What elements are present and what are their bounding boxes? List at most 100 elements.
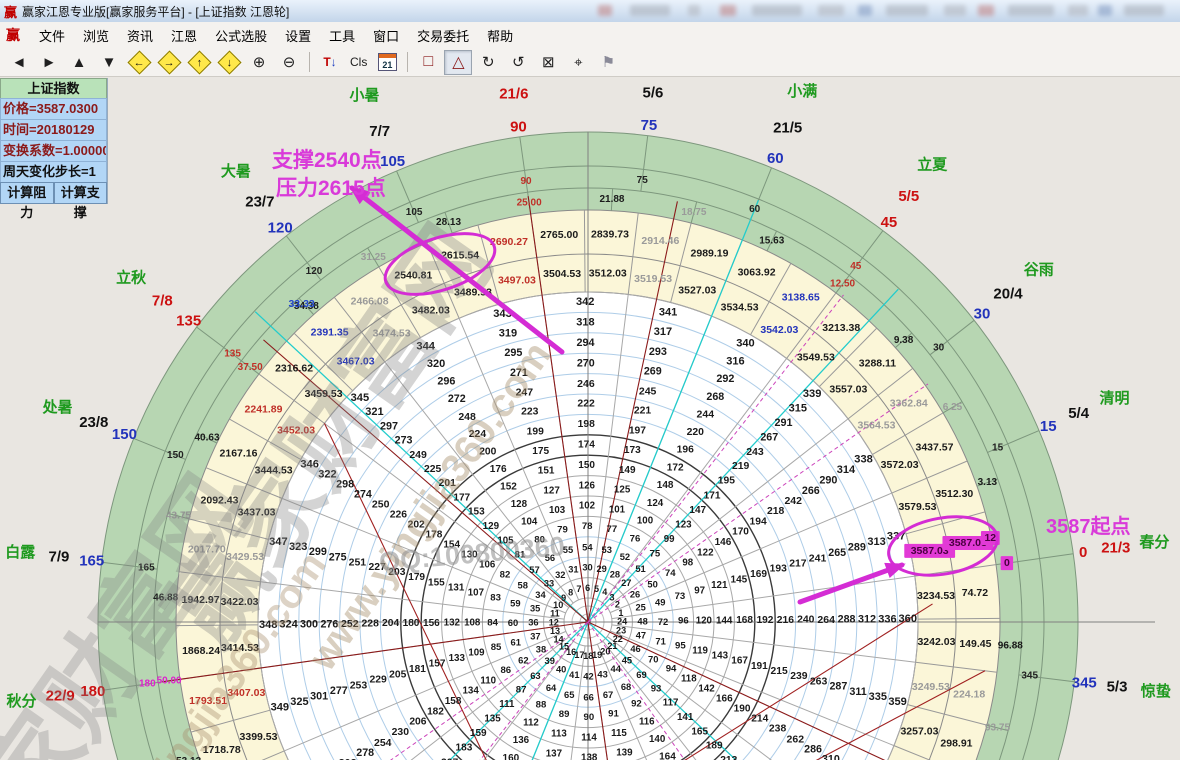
panel-buttons: 计算阻力计算支撑 [0, 182, 107, 204]
parameter-row-0: 价格=3587.0300 [0, 98, 107, 119]
svg-text:153: 153 [468, 507, 485, 518]
nav-up-button[interactable]: ▲ [65, 50, 93, 75]
svg-text:2316.62: 2316.62 [275, 363, 313, 375]
svg-text:221: 221 [634, 406, 652, 417]
svg-text:7/8: 7/8 [152, 293, 173, 310]
board-flag-button[interactable]: ⚑ [594, 50, 622, 75]
svg-text:清明: 清明 [1100, 389, 1130, 407]
svg-text:149: 149 [619, 465, 636, 476]
svg-text:2: 2 [615, 600, 620, 610]
gann-wheel-canvas[interactable]: 1234567891011121314151617181920212223242… [0, 76, 1180, 760]
pan-up-button[interactable]: ↑ [185, 50, 213, 75]
zoom-in-icon: ⊕ [253, 53, 266, 71]
calendar-button[interactable]: 21 [373, 50, 401, 75]
svg-text:3572.03: 3572.03 [881, 459, 919, 471]
menu-item-1[interactable]: 浏览 [74, 23, 118, 48]
center-view-button[interactable]: ⌖ [564, 50, 592, 75]
menu-item-6[interactable]: 工具 [320, 23, 364, 48]
menu-item-4[interactable]: 公式选股 [206, 23, 276, 48]
triangle-tool-button[interactable]: △ [444, 50, 472, 75]
pan-left-button[interactable]: ← [125, 50, 153, 75]
svg-text:169: 169 [750, 569, 767, 580]
nav-last-icon: ► [42, 54, 57, 71]
nav-down-button[interactable]: ▼ [95, 50, 123, 75]
parameter-row-1: 时间=20180129 [0, 119, 107, 140]
menu-item-0[interactable]: 文件 [30, 23, 74, 48]
svg-text:135: 135 [224, 349, 241, 360]
svg-text:75: 75 [641, 117, 658, 134]
svg-text:122: 122 [697, 547, 714, 558]
nav-down-icon: ▼ [102, 54, 117, 71]
svg-text:192: 192 [757, 615, 774, 626]
svg-text:3.13: 3.13 [978, 477, 998, 488]
menu-item-5[interactable]: 设置 [276, 23, 320, 48]
svg-text:43: 43 [597, 670, 607, 680]
svg-text:2989.19: 2989.19 [691, 248, 729, 260]
svg-text:37: 37 [530, 632, 540, 642]
zoom-out-button[interactable]: ⊖ [275, 50, 303, 75]
menu-item-3[interactable]: 江恩 [162, 23, 206, 48]
svg-text:58: 58 [518, 580, 528, 591]
svg-text:318: 318 [576, 317, 594, 329]
svg-text:15: 15 [1040, 418, 1057, 435]
svg-text:21.88: 21.88 [599, 194, 624, 205]
svg-text:325: 325 [290, 696, 308, 708]
nav-last-button[interactable]: ► [35, 50, 63, 75]
svg-text:291: 291 [775, 417, 793, 429]
svg-text:132: 132 [444, 618, 461, 629]
svg-text:245: 245 [639, 385, 657, 397]
zoom-in-button[interactable]: ⊕ [245, 50, 273, 75]
svg-text:213: 213 [720, 755, 737, 760]
pan-down-button[interactable]: ↓ [215, 50, 243, 75]
svg-text:101: 101 [609, 504, 626, 515]
svg-text:66: 66 [583, 691, 593, 702]
time-axis-button[interactable]: T↓ [316, 50, 344, 75]
svg-text:238: 238 [769, 724, 787, 735]
rotate-cw-icon: ↻ [482, 53, 495, 71]
calc-resistance-button[interactable]: 计算阻力 [0, 182, 54, 204]
window-title: 赢家江恩专业版[赢家服务平台] - [上证指数 江恩轮] [22, 3, 289, 20]
menu-item-2[interactable]: 资讯 [118, 23, 162, 48]
svg-text:52: 52 [620, 551, 630, 562]
rotate-ccw-button[interactable]: ↺ [504, 50, 532, 75]
svg-text:3249.53: 3249.53 [912, 681, 950, 693]
svg-text:190: 190 [734, 704, 751, 715]
svg-text:5/4: 5/4 [1068, 405, 1090, 422]
svg-text:8: 8 [568, 588, 573, 598]
instrument-panel: 上证指数 价格=3587.0300时间=20180129变换系数=1.00000… [0, 78, 108, 204]
rotate-cw-button[interactable]: ↻ [474, 50, 502, 75]
pan-right-button[interactable]: → [155, 50, 183, 75]
svg-text:23/7: 23/7 [245, 193, 274, 210]
svg-text:65: 65 [564, 689, 574, 700]
menu-item-7[interactable]: 窗口 [364, 23, 408, 48]
svg-text:294: 294 [577, 337, 595, 349]
menu-item-9[interactable]: 帮助 [478, 23, 522, 48]
svg-text:21/5: 21/5 [773, 119, 802, 136]
box-select-button[interactable]: ⊠ [534, 50, 562, 75]
nav-first-button[interactable]: ◄ [5, 50, 33, 75]
menu-item-8[interactable]: 交易委托 [408, 23, 478, 48]
instrument-parameters: 价格=3587.0300时间=20180129变换系数=1.00000周天变化步… [0, 98, 107, 182]
svg-text:254: 254 [374, 737, 392, 749]
svg-text:246: 246 [577, 378, 595, 390]
calc-support-button[interactable]: 计算支撑 [54, 182, 108, 204]
svg-text:300: 300 [300, 618, 318, 630]
svg-text:270: 270 [577, 357, 595, 369]
svg-text:小暑: 小暑 [349, 86, 379, 104]
svg-text:25: 25 [635, 602, 645, 612]
cls-button[interactable]: Cls [346, 50, 371, 75]
svg-text:45: 45 [850, 261, 862, 272]
svg-text:164: 164 [659, 751, 676, 760]
square-tool-button[interactable]: □ [414, 50, 442, 75]
svg-text:白露: 白露 [5, 543, 36, 561]
svg-text:3213.38: 3213.38 [822, 322, 860, 334]
svg-text:171: 171 [704, 490, 721, 501]
svg-text:69: 69 [636, 669, 646, 680]
svg-text:3519.53: 3519.53 [634, 273, 672, 285]
svg-text:121: 121 [711, 580, 728, 591]
blurred-title-item [1008, 5, 1054, 16]
svg-text:349: 349 [271, 701, 290, 713]
svg-text:158: 158 [445, 696, 462, 707]
svg-text:286: 286 [804, 743, 822, 755]
svg-text:345: 345 [1072, 674, 1097, 691]
